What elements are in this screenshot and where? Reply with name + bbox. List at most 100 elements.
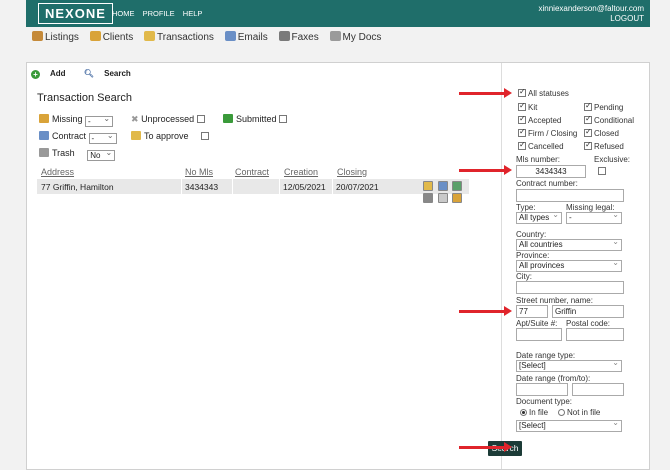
province-label: Province: (516, 251, 550, 260)
country-select[interactable]: All countries (516, 237, 622, 251)
house-icon (32, 31, 43, 41)
status-cancelled[interactable]: Cancelled (518, 140, 564, 151)
approve-icon (131, 131, 141, 140)
status-conditional[interactable]: Conditional (584, 114, 634, 125)
menu-transactions[interactable]: Transactions (144, 31, 214, 43)
top-nav: HOME PROFILE HELP (112, 9, 208, 18)
document-type-label: Document type: (516, 397, 573, 406)
document-type-select[interactable]: [Select] (516, 418, 622, 432)
province-select[interactable]: All provinces (516, 258, 622, 272)
status-closed[interactable]: Closed (584, 127, 619, 138)
date-range-type-label: Date range type: (516, 351, 576, 360)
col-address[interactable]: Address (41, 167, 74, 177)
mls-number-input[interactable]: 3434343 (516, 165, 586, 178)
contract-icon (39, 131, 49, 140)
search-toolbar-button[interactable]: 🔍︎ Search (84, 69, 139, 78)
missing-select[interactable]: - (85, 114, 114, 127)
submitted-checkbox[interactable] (279, 115, 288, 123)
column-divider (232, 179, 233, 194)
col-contract[interactable]: Contract (235, 167, 269, 177)
status-refused[interactable]: Refused (584, 140, 624, 151)
date-from-input[interactable] (516, 383, 568, 396)
submitted-icon (223, 114, 233, 123)
pencil-icon[interactable] (452, 193, 463, 203)
postal-code-input[interactable] (566, 328, 624, 341)
contract-select[interactable]: - (88, 131, 117, 144)
column-divider (181, 179, 182, 194)
panel-toolbar: + Add 🔍︎ Search (31, 69, 147, 79)
status-pending[interactable]: Pending (584, 101, 623, 112)
nav-home[interactable]: HOME (112, 9, 135, 18)
status-kit[interactable]: Kit (518, 101, 537, 112)
cancelled-checkbox[interactable] (518, 140, 526, 150)
apt-input[interactable] (516, 328, 562, 341)
date-range-label: Date range (from/to): (516, 374, 591, 383)
envelope-icon (224, 31, 236, 41)
edit-icon[interactable] (437, 181, 448, 191)
accepted-checkbox[interactable] (518, 114, 526, 124)
cell-address[interactable]: 77 Griffin, Hamilton (41, 182, 114, 192)
col-mls[interactable]: No Mls (185, 167, 213, 177)
unprocessed-checkbox[interactable] (196, 115, 205, 123)
annotation-arrow (459, 165, 512, 175)
type-select[interactable]: All types (516, 210, 562, 224)
print-icon[interactable] (423, 193, 433, 203)
city-input[interactable] (516, 281, 624, 294)
status-firm-closing[interactable]: Firm / Closing (518, 127, 577, 138)
nav-help[interactable]: HELP (183, 9, 203, 18)
not-in-file-radio[interactable] (558, 409, 565, 416)
menu-clients[interactable]: Clients (89, 31, 133, 43)
calendar-icon[interactable] (437, 193, 448, 203)
cell-creation: 12/05/2021 (283, 182, 326, 192)
logout-link[interactable]: LOGOUT (538, 14, 644, 24)
trash-select[interactable]: No (87, 148, 116, 161)
col-creation[interactable]: Creation (284, 167, 318, 177)
top-header: NEXONE HOME PROFILE HELP xinniexanderson… (26, 0, 650, 27)
menu-my-docs[interactable]: My Docs (329, 31, 381, 43)
date-range-type-select[interactable]: [Select] (516, 358, 622, 372)
email-icon[interactable] (452, 181, 463, 191)
nav-profile[interactable]: PROFILE (143, 9, 175, 18)
menu-emails[interactable]: Emails (224, 31, 268, 43)
row-actions (423, 181, 469, 205)
column-divider (279, 179, 280, 194)
pending-checkbox[interactable] (584, 101, 592, 111)
annotation-arrow (459, 88, 512, 98)
menu-listings[interactable]: Listings (32, 31, 79, 43)
fax-icon (278, 31, 290, 41)
missing-legal-select[interactable]: - (566, 210, 622, 224)
table-row[interactable]: 77 Griffin, Hamilton 3434343 12/05/2021 … (37, 179, 469, 203)
trash-icon (39, 148, 49, 157)
menu-faxes[interactable]: Faxes (278, 31, 319, 43)
all-statuses[interactable]: All statuses (518, 87, 569, 98)
exclusive-checkbox[interactable] (598, 167, 606, 175)
col-closing[interactable]: Closing (337, 167, 367, 177)
in-file-radio-option[interactable]: In file (520, 408, 548, 417)
status-accepted[interactable]: Accepted (518, 114, 561, 125)
closed-checkbox[interactable] (584, 127, 592, 137)
filter-submitted: Submitted (223, 114, 289, 124)
main-panel: + Add 🔍︎ Search Transaction Search Missi… (26, 62, 650, 470)
in-file-radio[interactable] (520, 409, 527, 416)
street-number-input[interactable]: 77 (516, 305, 548, 318)
annotation-arrow (459, 442, 512, 452)
contract-number-input[interactable] (516, 189, 624, 202)
refused-checkbox[interactable] (584, 140, 592, 150)
nexone-logo[interactable]: NEXONE (38, 3, 113, 24)
conditional-checkbox[interactable] (584, 114, 592, 124)
add-button[interactable]: + Add (31, 69, 74, 79)
firm-closing-checkbox[interactable] (518, 127, 526, 137)
page-title: Transaction Search (37, 92, 132, 104)
filter-missing: Missing - (39, 114, 114, 127)
kit-checkbox[interactable] (518, 101, 526, 111)
not-in-file-radio-option[interactable]: Not in file (558, 408, 600, 417)
search-filters-panel: All statuses Kit Pending Accepted Condit… (501, 63, 649, 469)
to-approve-checkbox[interactable] (201, 132, 210, 140)
all-statuses-checkbox[interactable] (518, 87, 526, 97)
street-name-input[interactable]: Griffin (552, 305, 624, 318)
date-to-input[interactable] (572, 383, 624, 396)
documents-icon (329, 31, 341, 41)
documents-icon[interactable] (423, 181, 433, 191)
user-info: xinniexanderson@faltour.com LOGOUT (538, 4, 644, 24)
filter-trash: Trash No (39, 148, 116, 161)
